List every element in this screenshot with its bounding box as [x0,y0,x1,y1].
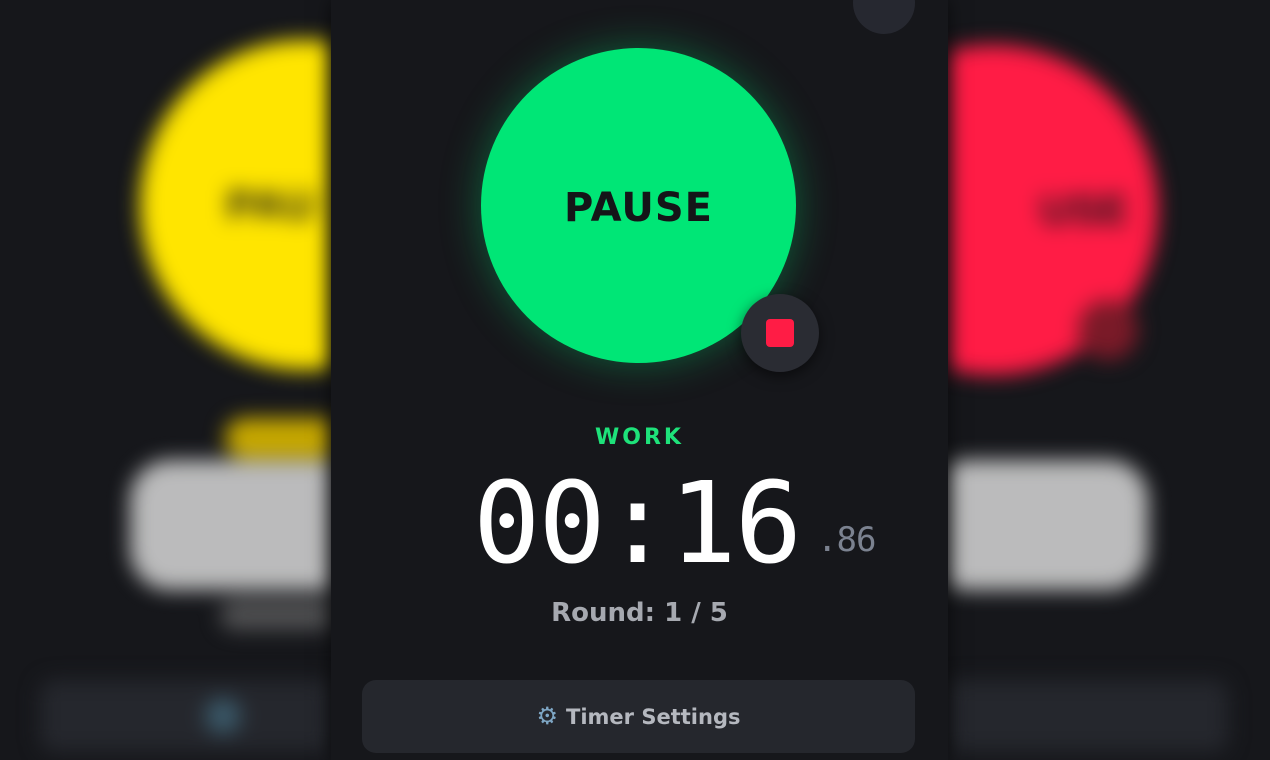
gear-icon: ⚙ [536,702,559,730]
preview-pause-label: PAU [226,181,316,228]
preview-gear-icon [205,698,241,734]
preview-pause-label: USE [1040,186,1130,233]
preview-settings-button [40,680,331,752]
preview-phase-label [225,418,331,458]
preview-time [130,460,331,590]
stop-button[interactable] [741,294,819,372]
preview-pause-button: PAU [140,40,331,370]
timer-settings-button[interactable]: ⚙ Timer Settings [362,680,915,753]
round-counter: Round: 1 / 5 [551,598,728,628]
preview-time [948,460,1148,590]
previous-screen-preview: PAU [0,0,331,760]
pause-button-label: PAUSE [564,184,713,231]
timer-settings-label: Timer Settings [566,704,741,729]
phase-label: WORK [595,425,684,450]
stop-icon [766,319,794,347]
hundredths-display: .86 [817,520,876,560]
timer-screen: PAUSE WORK 00:16 .86 Round: 1 / 5 ⚙ Time… [331,0,948,760]
next-screen-preview: USE [948,0,1270,760]
top-corner-button[interactable] [853,0,915,34]
time-display: 00:16 [473,459,802,589]
preview-settings-button [948,680,1228,752]
timer-app-stage: PAU USE PAUSE WORK 00:16 .86 Round: 1 / … [0,0,1270,760]
preview-round [220,600,331,630]
preview-stop-button [1078,300,1138,360]
